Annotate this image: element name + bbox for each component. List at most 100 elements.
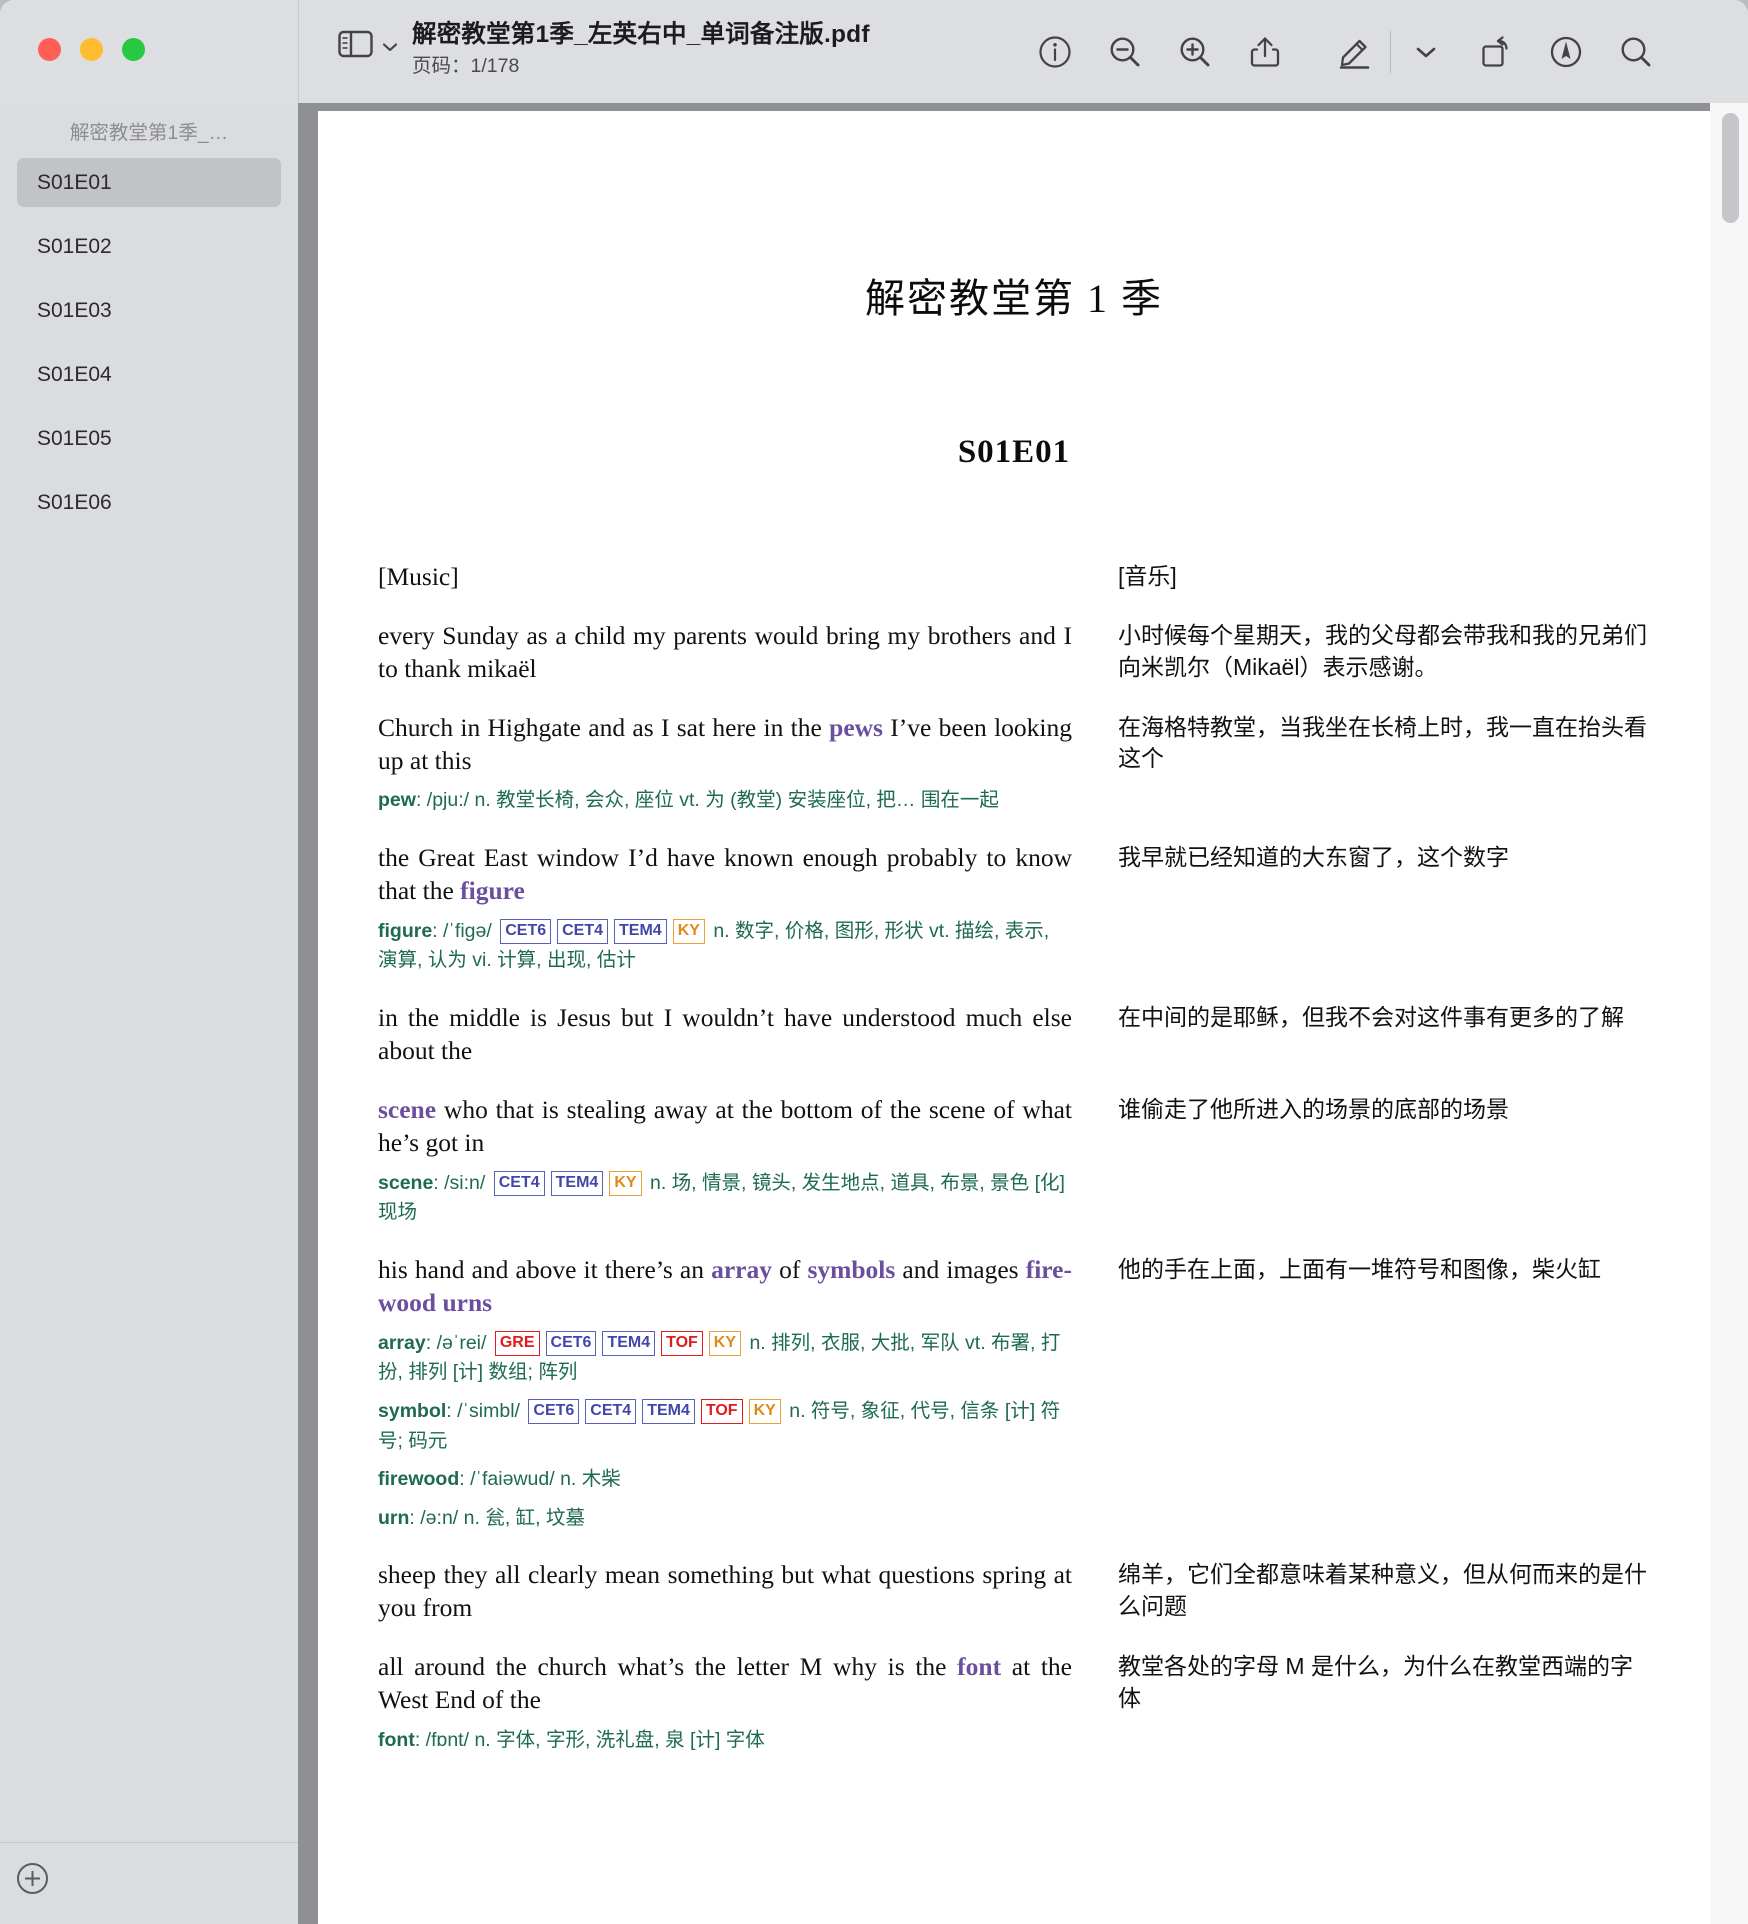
vocab-definition: n. 木柴 — [560, 1468, 621, 1491]
info-button[interactable] — [1030, 28, 1080, 76]
english-paragraph: his hand and above it there’s an array o… — [378, 1254, 1072, 1320]
transcript-row: the Great East window I’d have known eno… — [318, 842, 1710, 976]
sidebar-item-label: S01E06 — [37, 490, 112, 514]
chinese-column: 在中间的是耶稣，但我不会对这件事有更多的了解 — [1094, 1002, 1650, 1068]
vocab-definition: n. 字体, 字形, 洗礼盘, 泉 [计] 字体 — [474, 1729, 765, 1752]
pdf-page: 解密教堂第 1 季 S01E01 [Music] [音乐] every Sunday… — [318, 111, 1710, 1924]
zoom-in-button[interactable] — [1170, 28, 1220, 76]
minimize-button[interactable] — [80, 38, 103, 61]
scrollbar-thumb[interactable] — [1722, 113, 1739, 223]
sidebar-item-s01e05[interactable]: S01E05 — [17, 414, 281, 463]
vocab-note: pew: /pju:/ n. 教堂长椅, 会众, 座位 vt. 为 (教堂) 安… — [378, 786, 1072, 816]
sidebar-footer — [0, 1842, 298, 1924]
vocab-pronunciation: /əˈrei/ — [436, 1331, 487, 1354]
transcript-row: sheep they all clearly mean something bu… — [318, 1559, 1710, 1625]
english-column: all around the church what’s the letter … — [378, 1651, 1094, 1755]
transcript-row: all around the church what’s the letter … — [318, 1651, 1710, 1755]
exam-badge-gre: GRE — [494, 1330, 540, 1356]
vertical-scrollbar[interactable] — [1710, 103, 1748, 1924]
exam-badge-ky: KY — [708, 1330, 742, 1356]
share-button[interactable] — [1240, 28, 1290, 76]
exam-badge-cet4: CET4 — [557, 918, 609, 944]
plain-text: every Sunday as a child my parents would… — [378, 620, 1072, 683]
english-paragraph: sheep they all clearly mean something bu… — [378, 1559, 1072, 1625]
english-column: sheep they all clearly mean something bu… — [378, 1559, 1094, 1625]
vocab-highlight[interactable]: font — [957, 1652, 1001, 1681]
exam-badge-tof: TOF — [700, 1398, 743, 1424]
english-paragraph: the Great East window I’d have known eno… — [378, 842, 1072, 908]
zoom-out-button[interactable] — [1100, 28, 1150, 76]
plain-text: his hand and above it there’s an — [378, 1254, 712, 1284]
transcript-row: every Sunday as a child my parents would… — [318, 620, 1710, 686]
add-button[interactable] — [16, 1862, 49, 1895]
vocab-word: array — [378, 1331, 426, 1354]
exam-badge-tem4: TEM4 — [642, 1398, 695, 1424]
chinese-paragraph: 我早就已经知道的大东窗了，这个数字 — [1118, 844, 1509, 871]
exam-badge-tem4: TEM4 — [614, 918, 667, 944]
plain-text: Church in Highgate and as I sat here in … — [378, 712, 830, 742]
close-button[interactable] — [38, 38, 61, 61]
exam-badge-cet4: CET4 — [585, 1398, 637, 1424]
annotate-button[interactable] — [1541, 28, 1591, 76]
exam-badge-cet6: CET6 — [500, 918, 552, 944]
exam-badge-cet6: CET6 — [545, 1330, 597, 1356]
window-controls — [38, 38, 145, 61]
vocab-separator: : — [415, 789, 427, 812]
vocab-pronunciation: /fɒnt/ — [425, 1729, 470, 1752]
exam-badge-ky: KY — [672, 918, 705, 944]
english-column: Church in Highgate and as I sat here in … — [378, 712, 1094, 816]
vocab-highlight[interactable]: pews — [829, 713, 883, 742]
page-indicator: 页码：1/178 — [412, 55, 520, 78]
chinese-column: 我早就已经知道的大东窗了，这个数字 — [1094, 842, 1650, 976]
chinese-column: 在海格特教堂，当我坐在长椅上时，我一直在抬头看这个 — [1094, 712, 1650, 816]
transcript-row: his hand and above it there’s an array o… — [318, 1254, 1710, 1534]
sidebar-icon[interactable] — [338, 30, 373, 58]
sidebar-header: 解密教堂第1季_… — [69, 122, 229, 144]
vocab-note: scene: /si:n/ CET4 TEM4 KY n. 场, 情景, 镜头, 发… — [378, 1169, 1072, 1228]
vocab-separator: : — [432, 919, 444, 942]
vocab-definition: n. 瓮, 缸, 坟墓 — [463, 1506, 585, 1529]
vocab-definition: n. 教堂长椅, 会众, 座位 vt. 为 (教堂) 安装座位, 把… 围在一起 — [474, 789, 999, 812]
maximize-button[interactable] — [122, 38, 145, 61]
plain-text: of — [771, 1254, 808, 1284]
title-block: 解密教堂第1季_左英右中_单词备注版.pdf 页码：1/178 — [412, 21, 870, 78]
vocab-pronunciation: /ə:n/ — [420, 1506, 459, 1529]
search-button[interactable] — [1611, 28, 1661, 76]
vocab-highlight[interactable]: symbols — [807, 1255, 895, 1284]
vocab-word: scene — [378, 1171, 434, 1194]
exam-badge-cet6: CET6 — [528, 1398, 580, 1424]
vocab-highlight[interactable]: scene — [378, 1095, 436, 1124]
transcript-row: Church in Highgate and as I sat here in … — [318, 712, 1710, 816]
chinese-paragraph: 绵羊，它们全都意味着某种意义，但从何而来的是什么问题 — [1118, 1561, 1647, 1620]
chinese-column: 小时候每个星期天，我的父母都会带我和我的兄弟们向米凯尔（Mikaël）表示感谢。 — [1094, 620, 1650, 686]
markup-button[interactable] — [1330, 28, 1380, 76]
toolbar: 解密教堂第1季_左英右中_单词备注版.pdf 页码：1/178 — [0, 0, 1748, 103]
sidebar-item-label: S01E05 — [37, 426, 112, 450]
vocab-highlight[interactable]: array — [711, 1255, 772, 1284]
vocab-highlight[interactable]: figure — [460, 876, 525, 905]
chevron-down-icon[interactable] — [382, 39, 398, 52]
page-title: 解密教堂第 1 季 — [865, 276, 1163, 321]
plain-text: all around the church what’s the letter … — [378, 1652, 958, 1682]
markup-options-button[interactable] — [1401, 28, 1451, 76]
vocab-note: symbol: /ˈsimbl/ CET6 CET4 TEM4 TOF KY n. 符号… — [378, 1397, 1072, 1456]
sidebar-item-s01e01[interactable]: S01E01 — [17, 158, 281, 207]
vocab-pronunciation: /pju:/ — [426, 789, 470, 812]
sidebar-item-s01e06[interactable]: S01E06 — [17, 478, 281, 527]
sidebar-item-s01e04[interactable]: S01E04 — [17, 350, 281, 399]
exam-badge-tem4: TEM4 — [550, 1170, 604, 1196]
rotate-button[interactable] — [1471, 28, 1521, 76]
vocab-separator: : — [409, 1506, 421, 1529]
sidebar-item-s01e02[interactable]: S01E02 — [17, 222, 281, 271]
sidebar-item-s01e03[interactable]: S01E03 — [17, 286, 281, 335]
vocab-pronunciation: /si:n/ — [444, 1171, 486, 1194]
sidebar-toggle-group[interactable] — [338, 30, 398, 58]
exam-badge-tem4: TEM4 — [602, 1330, 656, 1356]
vocab-pronunciation: /ˈfigə/ — [443, 919, 492, 942]
transcript-row: scene who that is stealing away at the b… — [318, 1094, 1710, 1228]
vocab-word: urn — [378, 1506, 410, 1529]
vocab-note: array: /əˈrei/ GRE CET6 TEM4 TOF KY n. 排列, 衣… — [378, 1329, 1072, 1388]
vocab-word: symbol — [378, 1399, 447, 1422]
chinese-paragraph: 在海格特教堂，当我坐在长椅上时，我一直在抬头看这个 — [1118, 713, 1647, 772]
english-column: his hand and above it there’s an array o… — [378, 1254, 1094, 1534]
